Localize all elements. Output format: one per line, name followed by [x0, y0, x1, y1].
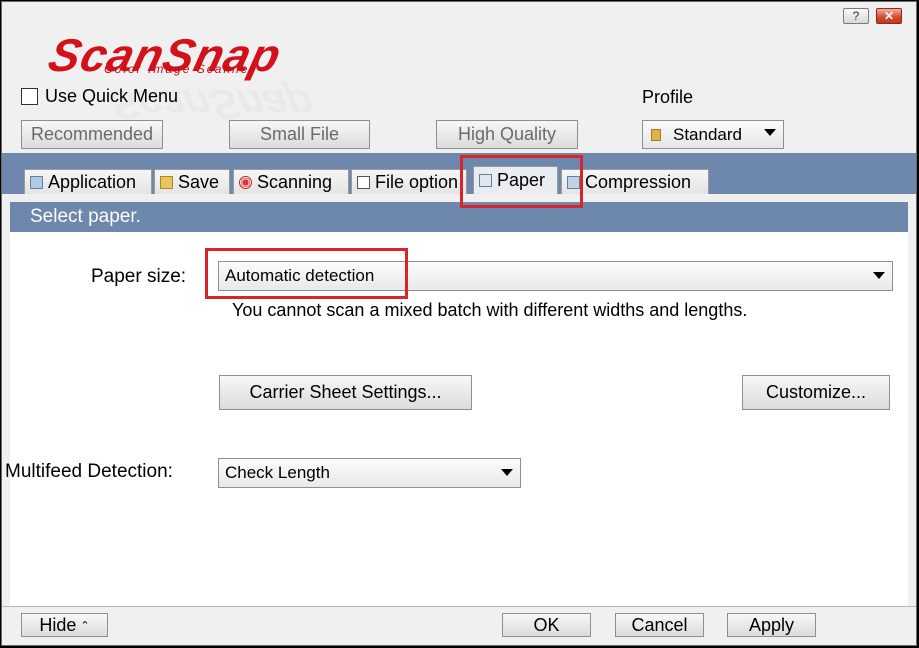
profile-select[interactable]: Standard	[642, 120, 784, 149]
tab-application[interactable]: Application	[24, 169, 152, 194]
logo-tagline: Color Image Scanner	[104, 62, 256, 76]
tab-save[interactable]: Save	[154, 169, 230, 194]
application-icon	[30, 175, 43, 189]
tab-label: Application	[48, 171, 137, 192]
tab-scanning[interactable]: Scanning	[233, 169, 349, 194]
tab-strip: Application Save Scanning File option Pa…	[2, 153, 916, 194]
cancel-button[interactable]: Cancel	[615, 613, 704, 637]
compression-icon	[567, 175, 580, 189]
small-file-button[interactable]: Small File	[229, 120, 370, 149]
paper-size-note: You cannot scan a mixed batch with diffe…	[232, 300, 748, 320]
high-quality-button[interactable]: High Quality	[436, 120, 578, 149]
quick-menu-option[interactable]: Use Quick Menu	[21, 86, 178, 107]
carrier-sheet-settings-button[interactable]: Carrier Sheet Settings...	[219, 375, 472, 410]
quick-menu-checkbox[interactable]	[21, 88, 38, 105]
tab-label: Compression	[585, 171, 692, 192]
quick-menu-label: Use Quick Menu	[45, 86, 179, 106]
paper-size-select[interactable]: Automatic detection	[218, 261, 893, 291]
recommended-button[interactable]: Recommended	[21, 120, 163, 149]
apply-button[interactable]: Apply	[727, 613, 816, 637]
scanning-icon	[239, 175, 252, 189]
chevron-up-icon: ⌃	[80, 620, 90, 632]
tab-label: Save	[178, 171, 220, 192]
file-icon	[357, 175, 370, 189]
tab-label: File option	[375, 171, 459, 192]
ok-button[interactable]: OK	[502, 613, 591, 637]
chevron-down-icon	[501, 469, 513, 476]
paper-size-label: Paper size:	[91, 266, 187, 287]
chevron-down-icon	[873, 272, 885, 279]
tab-paper[interactable]: Paper	[473, 166, 558, 194]
hide-button[interactable]: Hide ⌃	[21, 613, 108, 637]
tab-file-option[interactable]: File option	[351, 169, 467, 194]
hide-label: Hide	[39, 615, 77, 635]
section-header: Select paper.	[10, 202, 908, 232]
chevron-down-icon	[764, 129, 776, 136]
save-folder-icon	[160, 175, 173, 189]
scansnap-settings-window: ? ✕ ScanSnap ScanSnap Color Image Scanne…	[1, 1, 917, 646]
multifeed-detection-label: Multifeed Detection:	[5, 461, 173, 482]
close-button[interactable]: ✕	[876, 8, 902, 24]
folder-icon	[651, 128, 661, 141]
paper-size-value: Automatic detection	[225, 266, 375, 285]
profile-selected-value: Standard	[673, 124, 742, 144]
scansnap-logo: ScanSnap ScanSnap Color Image Scanner	[44, 28, 320, 128]
tab-label: Scanning	[257, 171, 333, 192]
help-button[interactable]: ?	[843, 8, 869, 24]
tab-compression[interactable]: Compression	[561, 169, 709, 194]
paper-icon	[479, 174, 492, 187]
profile-label: Profile	[642, 87, 694, 107]
multifeed-detection-select[interactable]: Check Length	[218, 458, 521, 488]
multifeed-detection-value: Check Length	[225, 463, 330, 482]
customize-button[interactable]: Customize...	[742, 375, 890, 410]
tab-label: Paper	[497, 170, 546, 190]
